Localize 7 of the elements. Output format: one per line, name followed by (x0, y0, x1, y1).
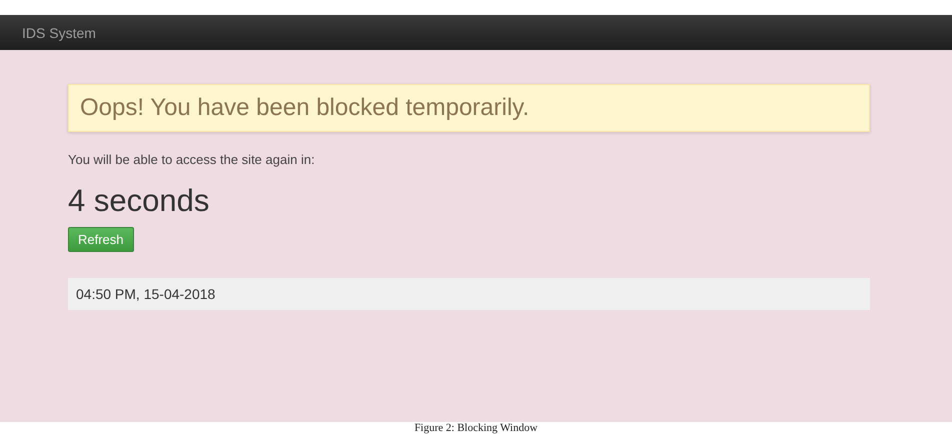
countdown-text: 4 seconds (68, 183, 210, 219)
info-text: You will be able to access the site again in: (68, 152, 315, 167)
refresh-button[interactable]: Refresh (68, 227, 134, 252)
navbar-brand[interactable]: IDS System (22, 24, 96, 40)
alert-message: Oops! You have been blocked temporarily. (68, 84, 870, 132)
timestamp-bar: 04:50 PM, 15-04-2018 (68, 278, 870, 310)
figure-caption: Figure 2: Blocking Window (414, 422, 538, 434)
